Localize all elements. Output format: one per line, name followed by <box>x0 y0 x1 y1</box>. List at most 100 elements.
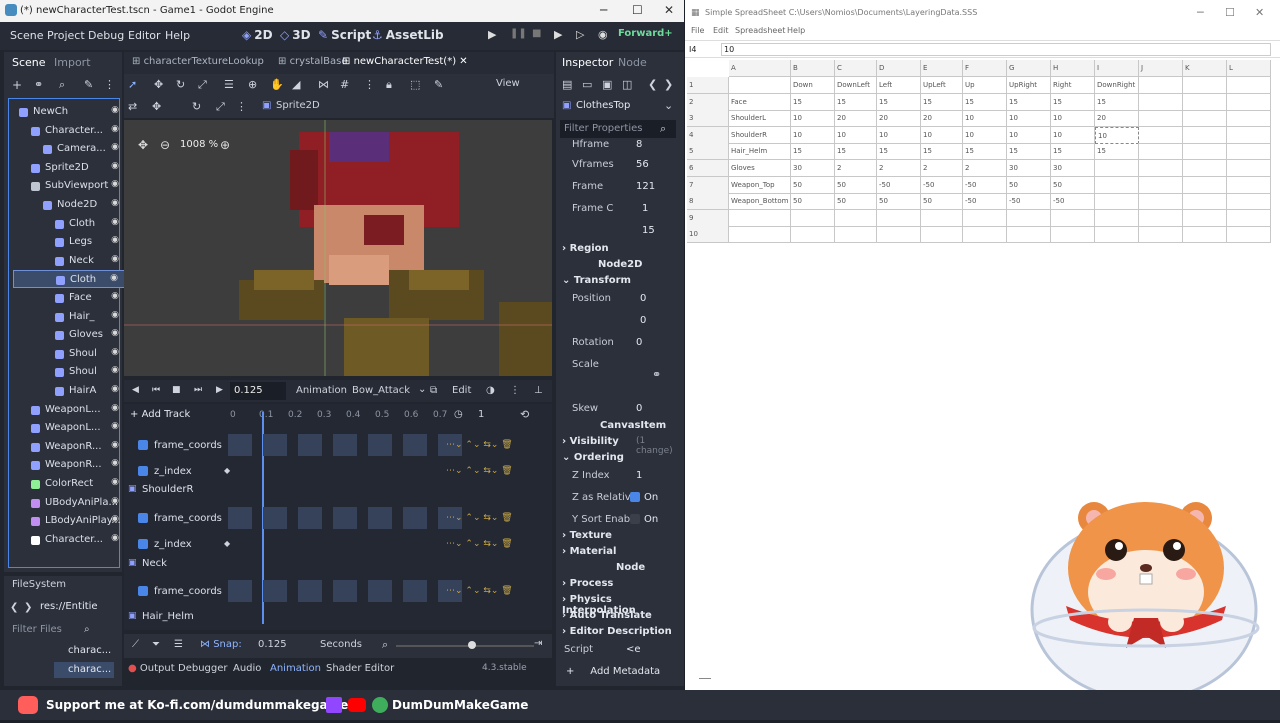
sheet-cell[interactable] <box>1051 209 1095 227</box>
visibility-eye-icon[interactable]: ◉ <box>111 161 119 171</box>
pan-tool-icon[interactable]: ✋ <box>270 78 284 91</box>
sheet-cell[interactable]: 2 <box>963 160 1007 177</box>
back-icon[interactable]: ❮ <box>10 602 18 613</box>
scale-key-icon[interactable]: ⤢ <box>216 100 225 114</box>
rotation-key-icon[interactable]: ↻ <box>192 100 201 113</box>
sheet-cell[interactable] <box>1227 143 1271 161</box>
visibility-eye-icon[interactable]: ◉ <box>111 142 119 152</box>
inspected-node[interactable]: ClothesTop <box>576 100 630 111</box>
track-property[interactable]: z_index <box>154 466 192 477</box>
visibility-eye-icon[interactable]: ◉ <box>111 217 119 227</box>
column-header[interactable]: B <box>791 60 835 77</box>
visibility-eye-icon[interactable]: ◉ <box>111 235 119 245</box>
keyframe[interactable] <box>333 434 357 456</box>
column-header[interactable]: A <box>729 60 791 77</box>
track-enabled-checkbox[interactable] <box>138 586 148 596</box>
formula-input[interactable]: 10 <box>721 43 1271 56</box>
keyframe[interactable] <box>403 580 427 602</box>
sheet-cell[interactable]: 50 <box>791 193 835 211</box>
track-group[interactable]: Hair_Helm <box>142 611 194 622</box>
sheet-cell[interactable]: Weapon_Bottom <box>729 193 791 211</box>
snap-icon[interactable]: ⋈ <box>318 78 329 91</box>
sheet-cell[interactable]: 20 <box>877 110 921 128</box>
sheet-cell[interactable]: 10 <box>1007 126 1051 144</box>
chevron-down-icon[interactable]: ⌄ <box>664 99 673 112</box>
menu-file[interactable]: File <box>691 26 704 35</box>
keyframe[interactable] <box>263 580 287 602</box>
sheet-cell[interactable] <box>921 226 963 244</box>
script-value[interactable]: <e <box>626 644 641 655</box>
sheet-cell[interactable]: 50 <box>1051 176 1095 194</box>
sheet-cell[interactable]: 10 <box>1007 110 1051 128</box>
sheet-cell[interactable]: 10 <box>963 110 1007 128</box>
sheet-cell[interactable]: 50 <box>835 176 877 194</box>
sheet-cell[interactable] <box>1227 126 1271 144</box>
sheet-cell[interactable]: 10 <box>1095 126 1139 144</box>
visibility-eye-icon[interactable]: ◉ <box>111 105 119 115</box>
sheet-cell[interactable] <box>1227 160 1271 177</box>
sheet-cell[interactable] <box>1139 226 1183 244</box>
play-icon[interactable]: ▶ <box>488 28 496 41</box>
play-scene-icon[interactable]: ▶ <box>554 28 562 41</box>
rotation-value[interactable]: 0 <box>636 337 642 348</box>
filter-properties-input[interactable]: Filter Properties <box>560 120 676 138</box>
menu-dots-icon[interactable]: ⋮ <box>104 78 115 91</box>
zrel-checkbox[interactable] <box>630 492 640 502</box>
sheet-cell[interactable] <box>1139 93 1183 111</box>
keyframe[interactable] <box>228 434 252 456</box>
sheet-cell[interactable]: 15 <box>1051 93 1095 111</box>
sheet-cell[interactable]: 15 <box>877 143 921 161</box>
frame-value[interactable]: 121 <box>636 181 655 192</box>
column-header[interactable]: J <box>1139 60 1183 77</box>
sheet-cell[interactable] <box>1227 209 1271 227</box>
sheet-cell[interactable] <box>1139 193 1183 211</box>
sheet-cell[interactable]: 10 <box>1051 110 1095 128</box>
sheet-cell[interactable] <box>1183 126 1227 144</box>
tab-output[interactable]: ● Output <box>128 663 175 674</box>
row-header[interactable]: 1 <box>687 77 729 94</box>
back-icon[interactable]: ❮ <box>648 78 657 91</box>
keyframe[interactable] <box>403 434 427 456</box>
sheet-cell[interactable]: 15 <box>963 93 1007 111</box>
add-track-button[interactable]: + Add Track <box>130 409 190 420</box>
sheet-cell[interactable]: 50 <box>1007 176 1051 194</box>
tab-animation[interactable]: Animation <box>270 663 321 674</box>
save-icon[interactable]: ▣ <box>602 78 612 91</box>
track-controls[interactable]: ⋯⌄ ⌃⌄ ⇆⌄ 🗑︎ <box>446 586 513 596</box>
track-controls[interactable]: ⋯⌄ ⌃⌄ ⇆⌄ 🗑︎ <box>446 539 513 549</box>
tab-audio[interactable]: Audio <box>233 663 261 674</box>
sheet-cell[interactable] <box>791 209 835 227</box>
sheet-cell[interactable]: 15 <box>1007 143 1051 161</box>
pin-icon[interactable]: ⊥ <box>534 385 543 396</box>
sheet-cell[interactable] <box>835 226 877 244</box>
sheet-cell[interactable]: 10 <box>835 126 877 144</box>
keyframe[interactable] <box>403 507 427 529</box>
menu-help[interactable]: Help <box>787 26 805 35</box>
visibility-eye-icon[interactable]: ◉ <box>111 198 119 208</box>
row-header[interactable]: 2 <box>687 93 729 111</box>
sheet-cell[interactable] <box>1183 176 1227 194</box>
sheet-cell[interactable]: 30 <box>1007 160 1051 177</box>
play-icon[interactable]: ▶ <box>216 385 223 395</box>
workspace-2d[interactable]: ◈ 2D <box>242 28 273 42</box>
tab-node[interactable]: Node <box>618 56 647 69</box>
column-header[interactable]: K <box>1183 60 1227 77</box>
sheet-cell[interactable]: UpRight <box>1007 77 1051 94</box>
sheet-cell[interactable]: DownRight <box>1095 77 1139 94</box>
sheet-cell[interactable]: 15 <box>1095 143 1139 161</box>
keyframe[interactable] <box>263 434 287 456</box>
rotate-tool-icon[interactable]: ↻ <box>176 78 185 91</box>
ysort-checkbox[interactable] <box>630 514 640 524</box>
material-section[interactable]: › Material <box>562 546 616 557</box>
sheet-cell[interactable]: 15 <box>835 93 877 111</box>
tree-item[interactable]: WeaponR... ◉ <box>13 456 125 474</box>
row-header[interactable]: 4 <box>687 126 729 144</box>
sheet-cell[interactable]: Gloves <box>729 160 791 177</box>
sheet-cell[interactable] <box>1183 110 1227 128</box>
keyframe[interactable] <box>228 580 252 602</box>
sheet-cell[interactable]: 2 <box>921 160 963 177</box>
lock-icon[interactable]: 🔒︎ <box>386 78 392 92</box>
sheet-cell[interactable] <box>1007 209 1051 227</box>
ordering-section[interactable]: ⌄ Ordering <box>562 452 624 463</box>
sheet-cell[interactable]: Weapon_Top <box>729 176 791 194</box>
